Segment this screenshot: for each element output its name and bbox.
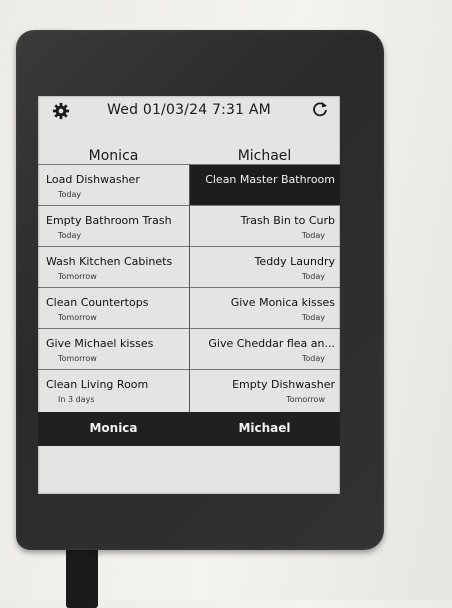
- chore-title: Load Dishwasher: [46, 173, 140, 186]
- date-time-display: Wed 01/03/24 7:31 AM: [107, 102, 271, 118]
- column-header-monica: Monica: [88, 148, 139, 164]
- chore-due: Today: [301, 231, 325, 240]
- list-item[interactable]: Load Dishwasher Today: [38, 164, 189, 205]
- list-item-selected[interactable]: Clean Master Bathroom: [190, 164, 340, 205]
- chore-title: Clean Master Bathroom: [205, 173, 335, 186]
- chore-title: Give Michael kisses: [46, 337, 154, 350]
- list-item[interactable]: Wash Kitchen Cabinets Tomorrow: [38, 246, 189, 287]
- column-header-michael: Michael: [237, 148, 292, 164]
- chore-title: Empty Dishwasher: [232, 378, 335, 391]
- michael-chore-list: Clean Master Bathroom Trash Bin to Curb T…: [189, 164, 340, 412]
- chore-title: Empty Bathroom Trash: [46, 214, 172, 227]
- chore-due: Today: [58, 231, 82, 240]
- chore-title: Clean Countertops: [46, 296, 149, 309]
- chore-title: Give Cheddar flea an...: [208, 337, 335, 350]
- tab-michael[interactable]: Michael: [189, 421, 340, 435]
- list-item[interactable]: Give Monica kisses Today: [190, 287, 340, 328]
- chore-title: Trash Bin to Curb: [240, 214, 335, 227]
- chore-title: Clean Living Room: [46, 378, 149, 391]
- monica-chore-list: Load Dishwasher Today Empty Bathroom Tras…: [38, 164, 189, 412]
- chore-title: Teddy Laundry: [254, 255, 335, 268]
- chore-due: Tomorrow: [286, 395, 325, 404]
- eink-screen: Wed 01/03/24 7:31 AM Monica Michael Load…: [38, 96, 340, 494]
- list-item[interactable]: Clean Countertops Tomorrow: [38, 287, 189, 328]
- bottom-tab-bar: Monica Michael: [38, 412, 340, 446]
- list-item[interactable]: Empty Bathroom Trash Today: [38, 205, 189, 246]
- list-item[interactable]: Teddy Laundry Today: [190, 246, 340, 287]
- power-cable: [66, 542, 98, 608]
- tab-monica[interactable]: Monica: [38, 421, 189, 435]
- list-item[interactable]: Trash Bin to Curb Today: [190, 205, 340, 246]
- chore-grid: Load Dishwasher Today Empty Bathroom Tras…: [38, 164, 340, 412]
- chore-due: Today: [301, 354, 325, 363]
- chore-due: Today: [301, 272, 325, 281]
- top-bar: Wed 01/03/24 7:31 AM: [38, 96, 340, 126]
- list-item[interactable]: Give Cheddar flea an... Today: [190, 328, 340, 369]
- chore-due: Tomorrow: [58, 354, 97, 363]
- chore-due: Tomorrow: [58, 272, 97, 281]
- chore-due: Today: [58, 190, 82, 199]
- chore-title: Give Monica kisses: [230, 296, 335, 309]
- chore-due: In 3 days: [58, 395, 95, 404]
- refresh-icon[interactable]: [312, 101, 328, 117]
- chore-due: Tomorrow: [58, 313, 97, 322]
- chore-title: Wash Kitchen Cabinets: [46, 255, 173, 268]
- list-item[interactable]: Empty Dishwasher Tomorrow: [190, 369, 340, 410]
- list-item[interactable]: Give Michael kisses Tomorrow: [38, 328, 189, 369]
- list-item[interactable]: Clean Living Room In 3 days: [38, 369, 189, 410]
- chore-due: Today: [301, 313, 325, 322]
